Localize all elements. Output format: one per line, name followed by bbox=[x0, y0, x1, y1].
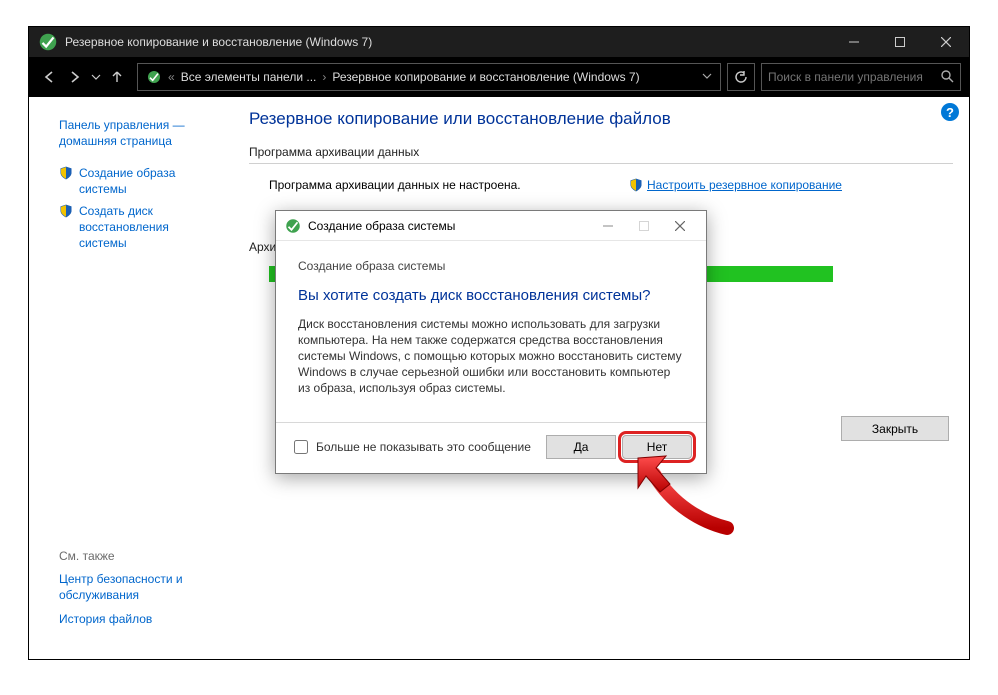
cp-home-line1: Панель управления — bbox=[59, 118, 185, 132]
window-titlebar: Резервное копирование и восстановление (… bbox=[29, 27, 969, 57]
link-file-history[interactable]: История файлов bbox=[59, 611, 219, 627]
address-app-icon bbox=[142, 69, 166, 85]
nav-toolbar: « Все элементы панели ... › Резервное ко… bbox=[29, 57, 969, 97]
search-box[interactable] bbox=[761, 63, 961, 91]
no-button[interactable]: Нет bbox=[622, 435, 692, 459]
nav-refresh-button[interactable] bbox=[727, 63, 755, 91]
window-close-button[interactable] bbox=[923, 27, 969, 57]
nav-up-button[interactable] bbox=[105, 65, 129, 89]
dont-show-again-checkbox[interactable] bbox=[294, 440, 308, 454]
link-set-up-backup[interactable]: Настроить резервное копирование bbox=[629, 178, 842, 192]
nav-forward-button[interactable] bbox=[63, 65, 87, 89]
dialog-question: Вы хотите создать диск восстановления си… bbox=[298, 287, 684, 304]
link-create-repair-disc[interactable]: Создать диск восстановления системы bbox=[79, 203, 225, 251]
cp-home-line2: домашняя страница bbox=[59, 134, 172, 148]
window-maximize-button[interactable] bbox=[877, 27, 923, 57]
nav-back-button[interactable] bbox=[37, 65, 61, 89]
window-title: Резервное копирование и восстановление (… bbox=[65, 35, 372, 49]
search-icon[interactable] bbox=[940, 69, 954, 86]
sec-center-line1: Центр безопасности и bbox=[59, 572, 183, 586]
create-system-image-dialog: Создание образа системы Создание образа … bbox=[275, 210, 707, 474]
backup-app-icon bbox=[37, 31, 59, 53]
section-backup-header: Программа архивации данных bbox=[249, 145, 953, 164]
see-also-header: См. также bbox=[59, 549, 219, 563]
set-up-backup-label: Настроить резервное копирование bbox=[647, 178, 842, 192]
page-title: Резервное копирование или восстановление… bbox=[249, 109, 953, 129]
link-create-system-image[interactable]: Создание образа системы bbox=[79, 165, 225, 197]
link-control-panel-home[interactable]: Панель управления — домашняя страница bbox=[59, 117, 225, 149]
chevron-right-icon: › bbox=[320, 70, 328, 84]
close-button[interactable]: Закрыть bbox=[841, 416, 949, 441]
address-dropdown-icon[interactable] bbox=[698, 70, 716, 84]
link-security-center[interactable]: Центр безопасности и обслуживания bbox=[59, 571, 219, 603]
nav-recent-dropdown[interactable] bbox=[89, 65, 103, 89]
sidebar: Панель управления — домашняя страница Со… bbox=[29, 97, 235, 659]
chevron-left-icon: « bbox=[166, 70, 177, 84]
dialog-title: Создание образа системы bbox=[308, 219, 455, 233]
dialog-app-icon bbox=[284, 217, 302, 235]
shield-icon bbox=[629, 178, 643, 192]
yes-button[interactable]: Да bbox=[546, 435, 616, 459]
backup-status-text: Программа архивации данных не настроена. bbox=[269, 178, 629, 192]
breadcrumb-item-current[interactable]: Резервное копирование и восстановление (… bbox=[328, 70, 643, 84]
dialog-instruction: Создание образа системы bbox=[298, 259, 684, 273]
dialog-footer: Больше не показывать это сообщение Да Не… bbox=[276, 422, 706, 473]
dialog-titlebar: Создание образа системы bbox=[276, 211, 706, 241]
breadcrumb-item-all[interactable]: Все элементы панели ... bbox=[177, 70, 321, 84]
dialog-body-text: Диск восстановления системы можно исполь… bbox=[298, 316, 684, 396]
dialog-minimize-button[interactable] bbox=[590, 214, 626, 238]
backup-status-row: Программа архивации данных не настроена.… bbox=[249, 174, 953, 206]
see-also-section: См. также Центр безопасности и обслужива… bbox=[59, 549, 219, 635]
dont-show-again-text: Больше не показывать это сообщение bbox=[316, 440, 531, 454]
window-minimize-button[interactable] bbox=[831, 27, 877, 57]
dialog-maximize-button bbox=[626, 214, 662, 238]
dont-show-again-label[interactable]: Больше не показывать это сообщение bbox=[294, 440, 531, 454]
search-input[interactable] bbox=[768, 70, 940, 84]
sec-center-line2: обслуживания bbox=[59, 588, 139, 602]
dialog-body: Создание образа системы Вы хотите создат… bbox=[276, 241, 706, 422]
repair-disc-line2: системы bbox=[79, 236, 127, 250]
dialog-close-button[interactable] bbox=[662, 214, 698, 238]
shield-icon bbox=[59, 204, 73, 218]
repair-disc-line1: Создать диск восстановления bbox=[79, 204, 169, 234]
shield-icon bbox=[59, 166, 73, 180]
address-bar[interactable]: « Все элементы панели ... › Резервное ко… bbox=[137, 63, 721, 91]
